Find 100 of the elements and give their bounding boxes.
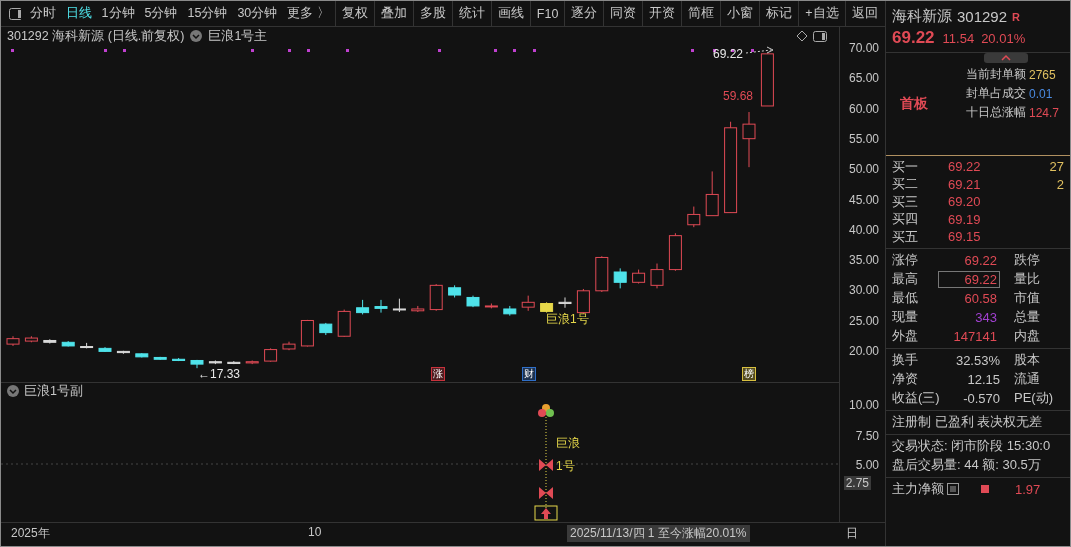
- axis-label: 10.00: [847, 398, 880, 412]
- after-hours-volume: 盘后交易量: 44 额: 30.5万: [892, 456, 1041, 474]
- toolbar-button[interactable]: 画线: [490, 1, 530, 26]
- toolbar-button[interactable]: 叠加: [373, 1, 413, 26]
- stat-value: 12.15: [966, 371, 1000, 387]
- axis-label: 55.00: [847, 131, 880, 146]
- candle: [466, 295, 480, 308]
- stat-label: 股本: [1014, 351, 1040, 369]
- period-tab[interactable]: 15分钟: [182, 5, 233, 22]
- period-tab[interactable]: 1分钟: [96, 5, 140, 22]
- toolbar-button[interactable]: F10: [529, 1, 565, 26]
- stat-label: 外盘: [892, 327, 919, 345]
- candle: [356, 299, 370, 315]
- toolbar-button[interactable]: 多股: [412, 1, 452, 26]
- candle: [6, 335, 20, 347]
- candle: [245, 360, 259, 365]
- period-tab[interactable]: 30分钟: [232, 5, 283, 22]
- period-label: 日: [846, 525, 858, 542]
- flower-icon: [538, 404, 554, 417]
- candle: [650, 263, 664, 289]
- candle: [705, 170, 719, 217]
- toolbar-button[interactable]: +自选: [798, 1, 845, 26]
- toolbar-button[interactable]: 小窗: [720, 1, 760, 26]
- stat-label: 换手: [892, 351, 919, 369]
- price-label: 59.68: [723, 89, 754, 103]
- bid-label: 买二: [892, 175, 919, 194]
- stat-label: 最低: [892, 289, 919, 307]
- candle: [172, 357, 186, 362]
- dropdown-icon[interactable]: [7, 385, 19, 397]
- axis-label: 20.00: [847, 344, 880, 358]
- period-tab[interactable]: 分时: [24, 5, 61, 22]
- more-tab[interactable]: 更多 〉: [282, 5, 335, 22]
- metric-label: 封单占成交: [966, 85, 1026, 102]
- stat-label: 收益(三): [892, 389, 941, 407]
- indicator-name: 巨浪1号副: [24, 382, 83, 400]
- candle: [319, 322, 333, 336]
- event-marker[interactable]: 财: [522, 367, 536, 381]
- toolbar-button[interactable]: 同资: [603, 1, 643, 26]
- candle: [227, 360, 241, 365]
- period-tab[interactable]: 5分钟: [139, 5, 183, 22]
- candle: [208, 360, 222, 365]
- candle: [153, 356, 167, 361]
- flow-marker-icon: [981, 485, 989, 493]
- time-label: 10: [308, 525, 322, 539]
- stat-value: 69.22: [963, 251, 998, 269]
- diamond-icon[interactable]: [797, 31, 807, 41]
- candle: [429, 283, 443, 312]
- toolbar-button[interactable]: 统计: [451, 1, 491, 26]
- candle: [760, 53, 774, 107]
- axis-label: 40.00: [847, 222, 880, 237]
- toolbar-button[interactable]: 复权: [334, 1, 374, 26]
- candle: [448, 284, 462, 298]
- period-tab[interactable]: 日线: [60, 5, 97, 22]
- cursor-info: 2025/11/13/四 1 至今涨幅20.01%: [567, 525, 750, 542]
- back-button[interactable]: 返回: [844, 1, 885, 26]
- panel-toggle-icon[interactable]: [813, 30, 827, 42]
- toolbar-button[interactable]: 简框: [681, 1, 721, 26]
- stat-value: -0.570: [962, 390, 1000, 406]
- event-marker[interactable]: 榜: [742, 367, 756, 381]
- axis-label: 60.00: [847, 101, 880, 116]
- stock-name: 海科新源: [892, 7, 952, 26]
- price-change: 11.54: [942, 30, 975, 46]
- stat-label: PE(动): [1014, 389, 1053, 407]
- candle: [484, 303, 498, 309]
- flow-value: 1.97: [1015, 481, 1041, 497]
- price-label: ←17.33: [198, 367, 241, 381]
- metric-value: 0.01: [1029, 86, 1053, 101]
- candle: [80, 342, 94, 349]
- candle: [503, 305, 517, 317]
- bid-volume: 2: [1055, 176, 1064, 192]
- event-marker[interactable]: 涨: [431, 367, 445, 381]
- change-percent: 20.01%: [981, 30, 1026, 46]
- stat-label: 总量: [1014, 308, 1040, 326]
- list-icon[interactable]: [947, 483, 959, 495]
- stat-label: 内盘: [1014, 327, 1040, 345]
- stat-value: 32.53%: [954, 352, 1000, 368]
- toolbar-button[interactable]: 开资: [642, 1, 682, 26]
- candle: [190, 359, 204, 369]
- toolbar-button[interactable]: 标记: [759, 1, 799, 26]
- stock-code: 301292: [957, 8, 1008, 25]
- bid-label: 买四: [892, 210, 919, 229]
- signal-label: 巨浪: [556, 435, 580, 452]
- bid-label: 买一: [892, 157, 919, 176]
- panel-toggle-icon[interactable]: [9, 7, 21, 20]
- candle: [742, 111, 756, 168]
- chart-title: 301292 海科新源 (日线.前复权): [7, 27, 185, 45]
- candle: [337, 309, 351, 338]
- bid-price: 69.20: [948, 194, 982, 210]
- indicator-name: 巨浪1号主: [208, 27, 268, 45]
- dropdown-icon[interactable]: [190, 30, 203, 42]
- candle: [98, 346, 112, 353]
- toolbar-button[interactable]: 逐分: [564, 1, 604, 26]
- stat-label: 现量: [892, 308, 919, 326]
- candle: [135, 352, 149, 358]
- axis-label: 2.75: [843, 476, 871, 490]
- signal-label: 1号: [556, 458, 575, 475]
- bid-price: 69.15: [948, 229, 982, 245]
- axis-label: 70.00: [847, 41, 880, 55]
- candle: [613, 267, 627, 289]
- stat-label: 量比: [1014, 270, 1040, 288]
